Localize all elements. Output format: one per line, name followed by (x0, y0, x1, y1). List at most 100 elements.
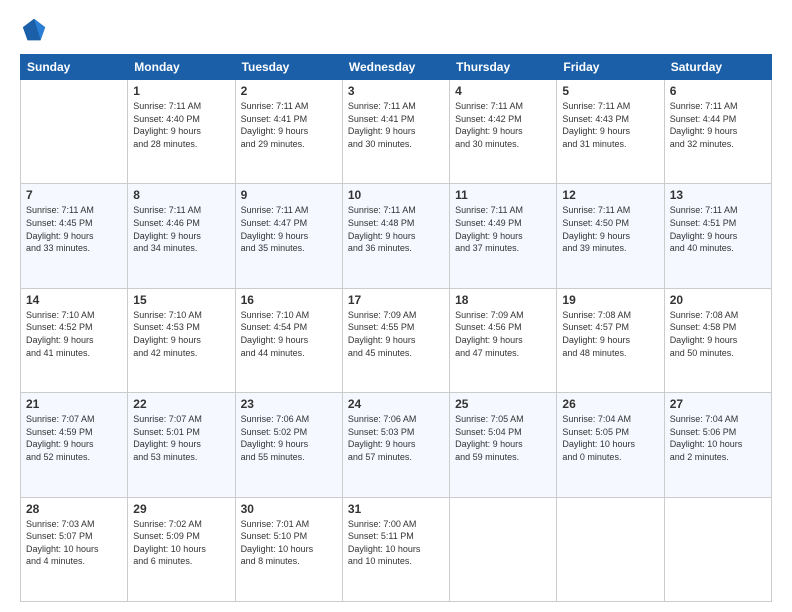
day-number: 11 (455, 188, 551, 202)
day-number: 12 (562, 188, 658, 202)
day-number: 14 (26, 293, 122, 307)
day-number: 27 (670, 397, 766, 411)
day-number: 16 (241, 293, 337, 307)
day-number: 9 (241, 188, 337, 202)
day-info: Sunrise: 7:09 AM Sunset: 4:56 PM Dayligh… (455, 309, 551, 359)
calendar-cell: 19 Sunrise: 7:08 AM Sunset: 4:57 PM Dayli… (557, 288, 664, 392)
day-info: Sunrise: 7:04 AM Sunset: 5:06 PM Dayligh… (670, 413, 766, 463)
calendar-cell: 10 Sunrise: 7:11 AM Sunset: 4:48 PM Dayli… (342, 184, 449, 288)
calendar-cell: 24Sunrise: 7:06 AM Sunset: 5:03 PM Dayli… (342, 393, 449, 497)
calendar-cell: 30 Sunrise: 7:01 AM Sunset: 5:10 PM Dayli… (235, 497, 342, 601)
day-number: 8 (133, 188, 229, 202)
day-info: Sunrise: 7:08 AM Sunset: 4:58 PM Dayligh… (670, 309, 766, 359)
calendar-week-4: 21 Sunrise: 7:07 AM Sunset: 4:59 PM Dayli… (21, 393, 772, 497)
day-number: 18 (455, 293, 551, 307)
weekday-header-row: SundayMondayTuesdayWednesdayThursdayFrid… (21, 55, 772, 80)
day-number: 20 (670, 293, 766, 307)
day-number: 31 (348, 502, 444, 516)
calendar-cell (450, 497, 557, 601)
weekday-thursday: Thursday (450, 55, 557, 80)
day-info: Sunrise: 7:00 AM Sunset: 5:11 PM Dayligh… (348, 518, 444, 568)
day-number: 26 (562, 397, 658, 411)
day-info: Sunrise: 7:10 AM Sunset: 4:54 PM Dayligh… (241, 309, 337, 359)
calendar-cell: 29Sunrise: 7:02 AM Sunset: 5:09 PM Dayli… (128, 497, 235, 601)
calendar-week-2: 7 Sunrise: 7:11 AM Sunset: 4:45 PM Daylig… (21, 184, 772, 288)
day-number: 17 (348, 293, 444, 307)
calendar-cell: 21 Sunrise: 7:07 AM Sunset: 4:59 PM Dayli… (21, 393, 128, 497)
calendar-cell: 2Sunrise: 7:11 AM Sunset: 4:41 PM Daylig… (235, 80, 342, 184)
day-info: Sunrise: 7:09 AM Sunset: 4:55 PM Dayligh… (348, 309, 444, 359)
day-info: Sunrise: 7:11 AM Sunset: 4:51 PM Dayligh… (670, 204, 766, 254)
day-info: Sunrise: 7:06 AM Sunset: 5:02 PM Dayligh… (241, 413, 337, 463)
day-number: 15 (133, 293, 229, 307)
weekday-monday: Monday (128, 55, 235, 80)
calendar-cell: 20 Sunrise: 7:08 AM Sunset: 4:58 PM Dayli… (664, 288, 771, 392)
weekday-saturday: Saturday (664, 55, 771, 80)
calendar-cell: 7 Sunrise: 7:11 AM Sunset: 4:45 PM Daylig… (21, 184, 128, 288)
day-info: Sunrise: 7:07 AM Sunset: 4:59 PM Dayligh… (26, 413, 122, 463)
day-number: 19 (562, 293, 658, 307)
day-info: Sunrise: 7:11 AM Sunset: 4:45 PM Dayligh… (26, 204, 122, 254)
calendar-cell: 15 Sunrise: 7:10 AM Sunset: 4:53 PM Dayli… (128, 288, 235, 392)
calendar-cell: 18 Sunrise: 7:09 AM Sunset: 4:56 PM Dayli… (450, 288, 557, 392)
calendar-cell: 4 Sunrise: 7:11 AM Sunset: 4:42 PM Daylig… (450, 80, 557, 184)
calendar-cell: 31 Sunrise: 7:00 AM Sunset: 5:11 PM Dayli… (342, 497, 449, 601)
day-number: 24 (348, 397, 444, 411)
weekday-sunday: Sunday (21, 55, 128, 80)
day-number: 13 (670, 188, 766, 202)
day-info: Sunrise: 7:10 AM Sunset: 4:52 PM Dayligh… (26, 309, 122, 359)
calendar-week-3: 14 Sunrise: 7:10 AM Sunset: 4:52 PM Dayli… (21, 288, 772, 392)
weekday-wednesday: Wednesday (342, 55, 449, 80)
day-info: Sunrise: 7:11 AM Sunset: 4:42 PM Dayligh… (455, 100, 551, 150)
calendar-cell: 14 Sunrise: 7:10 AM Sunset: 4:52 PM Dayli… (21, 288, 128, 392)
calendar-table: SundayMondayTuesdayWednesdayThursdayFrid… (20, 54, 772, 602)
day-info: Sunrise: 7:11 AM Sunset: 4:49 PM Dayligh… (455, 204, 551, 254)
day-number: 6 (670, 84, 766, 98)
day-number: 25 (455, 397, 551, 411)
calendar-cell: 28 Sunrise: 7:03 AM Sunset: 5:07 PM Dayli… (21, 497, 128, 601)
day-info: Sunrise: 7:02 AM Sunset: 5:09 PM Dayligh… (133, 518, 229, 568)
day-info: Sunrise: 7:10 AM Sunset: 4:53 PM Dayligh… (133, 309, 229, 359)
day-number: 30 (241, 502, 337, 516)
day-number: 21 (26, 397, 122, 411)
day-info: Sunrise: 7:11 AM Sunset: 4:47 PM Dayligh… (241, 204, 337, 254)
day-info: Sunrise: 7:11 AM Sunset: 4:48 PM Dayligh… (348, 204, 444, 254)
day-number: 22 (133, 397, 229, 411)
calendar-week-5: 28 Sunrise: 7:03 AM Sunset: 5:07 PM Dayli… (21, 497, 772, 601)
weekday-friday: Friday (557, 55, 664, 80)
calendar-cell (664, 497, 771, 601)
day-number: 10 (348, 188, 444, 202)
calendar-cell: 12Sunrise: 7:11 AM Sunset: 4:50 PM Dayli… (557, 184, 664, 288)
day-info: Sunrise: 7:11 AM Sunset: 4:41 PM Dayligh… (348, 100, 444, 150)
day-number: 4 (455, 84, 551, 98)
logo (20, 16, 52, 44)
calendar-cell (557, 497, 664, 601)
calendar-cell: 27 Sunrise: 7:04 AM Sunset: 5:06 PM Dayli… (664, 393, 771, 497)
day-info: Sunrise: 7:08 AM Sunset: 4:57 PM Dayligh… (562, 309, 658, 359)
calendar-cell: 17 Sunrise: 7:09 AM Sunset: 4:55 PM Dayli… (342, 288, 449, 392)
day-info: Sunrise: 7:01 AM Sunset: 5:10 PM Dayligh… (241, 518, 337, 568)
day-info: Sunrise: 7:11 AM Sunset: 4:46 PM Dayligh… (133, 204, 229, 254)
day-info: Sunrise: 7:07 AM Sunset: 5:01 PM Dayligh… (133, 413, 229, 463)
calendar-cell: 16 Sunrise: 7:10 AM Sunset: 4:54 PM Dayli… (235, 288, 342, 392)
calendar-cell (21, 80, 128, 184)
calendar-cell: 11 Sunrise: 7:11 AM Sunset: 4:49 PM Dayli… (450, 184, 557, 288)
day-info: Sunrise: 7:05 AM Sunset: 5:04 PM Dayligh… (455, 413, 551, 463)
calendar-cell: 3Sunrise: 7:11 AM Sunset: 4:41 PM Daylig… (342, 80, 449, 184)
day-info: Sunrise: 7:11 AM Sunset: 4:44 PM Dayligh… (670, 100, 766, 150)
day-number: 2 (241, 84, 337, 98)
weekday-tuesday: Tuesday (235, 55, 342, 80)
calendar-week-1: 1Sunrise: 7:11 AM Sunset: 4:40 PM Daylig… (21, 80, 772, 184)
day-info: Sunrise: 7:11 AM Sunset: 4:43 PM Dayligh… (562, 100, 658, 150)
page: SundayMondayTuesdayWednesdayThursdayFrid… (0, 0, 792, 612)
day-info: Sunrise: 7:03 AM Sunset: 5:07 PM Dayligh… (26, 518, 122, 568)
day-number: 28 (26, 502, 122, 516)
calendar-cell: 13 Sunrise: 7:11 AM Sunset: 4:51 PM Dayli… (664, 184, 771, 288)
calendar-cell: 8 Sunrise: 7:11 AM Sunset: 4:46 PM Daylig… (128, 184, 235, 288)
day-number: 1 (133, 84, 229, 98)
day-number: 7 (26, 188, 122, 202)
day-info: Sunrise: 7:04 AM Sunset: 5:05 PM Dayligh… (562, 413, 658, 463)
calendar-cell: 23Sunrise: 7:06 AM Sunset: 5:02 PM Dayli… (235, 393, 342, 497)
calendar-cell: 26 Sunrise: 7:04 AM Sunset: 5:05 PM Dayli… (557, 393, 664, 497)
calendar-cell: 5Sunrise: 7:11 AM Sunset: 4:43 PM Daylig… (557, 80, 664, 184)
